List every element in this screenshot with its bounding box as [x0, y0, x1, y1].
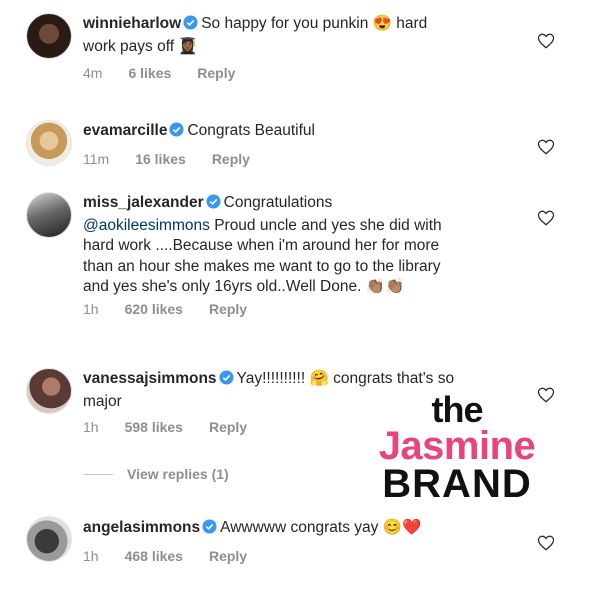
username[interactable]: angelasimmons	[83, 519, 200, 536]
avatar[interactable]	[26, 120, 72, 166]
avatar[interactable]	[26, 13, 72, 59]
comment-line: Awwwww congrats yay 😊❤️	[220, 519, 422, 536]
view-replies-button[interactable]: View replies (1)	[83, 466, 229, 482]
comment-line: Congratulations	[223, 194, 333, 211]
likes-count[interactable]: 6 likes	[128, 65, 171, 81]
comment-line: So happy for you punkin 😍 hard	[201, 15, 428, 32]
verified-badge-icon	[219, 370, 234, 392]
comment-meta: 4m 6 likes Reply	[83, 65, 235, 81]
comment-line: and yes she's only 16yrs old..Well Done.…	[83, 278, 405, 295]
reply-button[interactable]: Reply	[209, 548, 247, 564]
view-replies-label[interactable]: View replies (1)	[127, 466, 229, 482]
verified-badge-icon	[183, 15, 198, 37]
watermark-line: BRAND	[382, 462, 532, 506]
heart-outline-icon[interactable]	[537, 209, 555, 227]
comment-text: evamarcille Congrats Beautiful	[83, 121, 523, 144]
username[interactable]: evamarcille	[83, 122, 167, 139]
divider	[83, 473, 113, 475]
likes-count[interactable]: 468 likes	[125, 548, 183, 564]
comment-meta: 11m 16 likes Reply	[83, 151, 250, 167]
comment-meta: 1h 598 likes Reply	[83, 419, 247, 435]
reply-button[interactable]: Reply	[212, 151, 250, 167]
username[interactable]: winnieharlow	[83, 15, 181, 32]
reply-button[interactable]: Reply	[209, 301, 247, 317]
likes-count[interactable]: 16 likes	[135, 151, 186, 167]
avatar[interactable]	[26, 516, 72, 562]
timestamp: 1h	[83, 548, 99, 564]
comment-line: Congrats Beautiful	[187, 122, 315, 139]
username[interactable]: miss_jalexander	[83, 194, 204, 211]
avatar[interactable]	[26, 192, 72, 238]
username[interactable]: vanessajsimmons	[83, 370, 217, 387]
mention-link[interactable]: @aokileesimmons	[83, 217, 210, 234]
avatar[interactable]	[26, 368, 72, 414]
comment-meta: 1h 620 likes Reply	[83, 301, 247, 317]
timestamp: 1h	[83, 419, 99, 435]
comment-line: hard work ....Because when i'm around he…	[83, 237, 440, 254]
reply-button[interactable]: Reply	[197, 65, 235, 81]
comment-text: miss_jalexander Congratulations @aokilees…	[83, 193, 523, 298]
comment-line: Yay!!!!!!!!!! 🤗 congrats that's so	[236, 370, 455, 387]
comment-line: Proud uncle and yes she did with	[214, 216, 442, 234]
comment-meta: 1h 468 likes Reply	[83, 548, 247, 564]
watermark-logo: the Jasmine BRAND	[372, 389, 542, 506]
watermark-line: the	[431, 389, 484, 430]
likes-count[interactable]: 620 likes	[125, 301, 183, 317]
heart-outline-icon[interactable]	[537, 138, 555, 156]
heart-outline-icon[interactable]	[537, 32, 555, 50]
verified-badge-icon	[202, 519, 217, 541]
reply-button[interactable]: Reply	[209, 419, 247, 435]
timestamp: 1h	[83, 301, 99, 317]
verified-badge-icon	[169, 122, 184, 144]
heart-outline-icon[interactable]	[537, 534, 555, 552]
timestamp: 11m	[83, 151, 110, 167]
likes-count[interactable]: 598 likes	[125, 419, 183, 435]
comment-text: winnieharlow So happy for you punkin 😍 ha…	[83, 14, 523, 57]
timestamp: 4m	[83, 65, 103, 81]
verified-badge-icon	[206, 194, 221, 216]
comment-line: work pays off 👩🏾‍🎓	[83, 37, 198, 55]
comment-line: than an hour she makes me want to go to …	[83, 257, 441, 275]
watermark-line: Jasmine	[378, 424, 536, 468]
comment-text: angelasimmons Awwwww congrats yay 😊❤️	[83, 518, 523, 541]
comment-line: major	[83, 392, 122, 410]
